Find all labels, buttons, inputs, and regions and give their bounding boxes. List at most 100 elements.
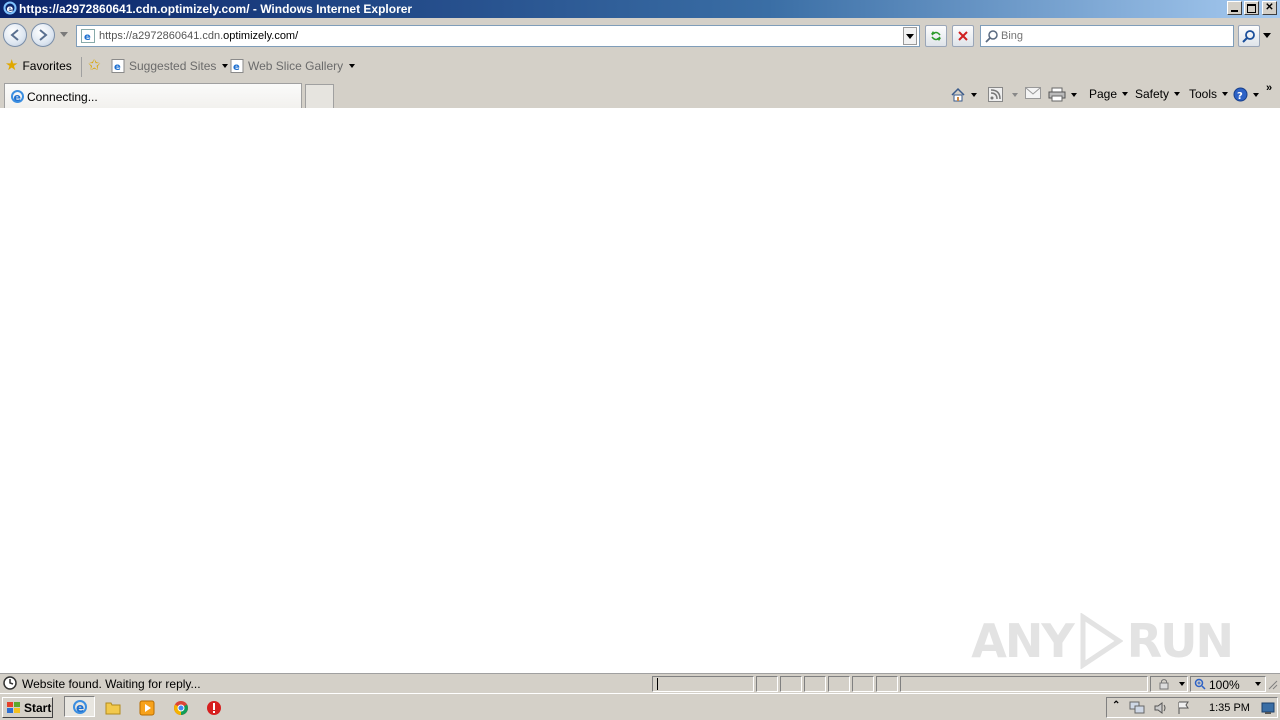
page-content: ANY RUN — [0, 108, 1280, 673]
star-icon: ★ — [5, 57, 19, 74]
refresh-button[interactable] — [925, 25, 947, 47]
chevron-down-icon — [1122, 92, 1129, 96]
clock[interactable]: 1:35 PM — [1209, 702, 1250, 714]
tab-connecting[interactable]: e Connecting... — [4, 83, 302, 108]
tools-menu-label: Tools — [1189, 87, 1218, 101]
search-options-dropdown[interactable] — [1262, 32, 1272, 40]
search-input[interactable] — [1001, 28, 1221, 44]
close-button[interactable]: ✕ — [1262, 1, 1277, 15]
chrome-icon — [174, 700, 188, 715]
start-button[interactable]: Start — [2, 697, 53, 718]
status-panel — [876, 676, 898, 692]
help-button[interactable]: ? — [1233, 87, 1259, 102]
back-button[interactable] — [3, 23, 27, 47]
restore-button[interactable] — [1244, 1, 1259, 15]
page-ie-icon: e — [81, 29, 95, 43]
help-icon: ? — [1233, 87, 1248, 102]
new-tab-button[interactable] — [305, 84, 334, 108]
taskbar-explorer-button[interactable] — [102, 698, 124, 717]
red-alert-icon — [207, 700, 221, 715]
svg-text:e: e — [76, 701, 84, 715]
page-menu-label: Page — [1089, 87, 1118, 101]
suggested-sites-link[interactable]: e Suggested Sites — [111, 59, 229, 73]
svg-text:?: ? — [1237, 91, 1243, 102]
refresh-icon — [931, 31, 941, 41]
progress-panel — [652, 676, 754, 692]
home-button[interactable] — [950, 87, 977, 102]
action-center-flag-icon[interactable] — [1177, 701, 1191, 715]
forward-arrow-icon — [39, 29, 48, 41]
taskbar-security-button[interactable] — [203, 698, 225, 717]
separator — [81, 57, 82, 77]
lock-icon — [1159, 679, 1169, 690]
folder-icon — [105, 702, 121, 715]
resize-grip-icon[interactable] — [1268, 680, 1278, 690]
web-slice-gallery-label: Web Slice Gallery — [248, 59, 344, 73]
stop-button[interactable] — [952, 25, 974, 47]
stop-icon — [958, 31, 968, 41]
rss-feed-icon — [988, 87, 1003, 102]
zoom-panel[interactable]: 100% — [1190, 676, 1266, 692]
address-dropdown-button[interactable] — [903, 27, 917, 45]
printer-icon — [1048, 87, 1066, 102]
chevron-down-icon — [1253, 92, 1259, 97]
chevron-down-icon — [1222, 92, 1229, 96]
zoom-icon — [1194, 678, 1206, 690]
feeds-button[interactable] — [988, 87, 1018, 102]
watermark-text-right: RUN — [1126, 613, 1234, 668]
address-bar[interactable]: e https://a2972860641.cdn.optimizely.com… — [76, 25, 920, 47]
chevron-down-icon — [1179, 682, 1185, 686]
media-player-icon — [139, 700, 155, 715]
loading-clock-icon — [3, 676, 17, 690]
search-go-button[interactable] — [1238, 25, 1260, 47]
protected-mode-panel[interactable] — [1150, 676, 1188, 692]
read-mail-button[interactable] — [1025, 87, 1041, 99]
chevron-down-icon — [1071, 92, 1077, 97]
progress-bar — [657, 678, 658, 690]
taskbar: Start e ⌃ 1:35 PM — [0, 693, 1280, 720]
chevron-down-icon — [1263, 33, 1271, 38]
home-icon — [951, 87, 965, 102]
show-hidden-icons-icon[interactable]: ⌃ — [1112, 700, 1120, 711]
svg-text:e: e — [233, 62, 240, 73]
zoom-level: 100% — [1209, 678, 1240, 692]
chevron-down-icon — [1174, 92, 1181, 96]
chevron-down-icon — [1012, 92, 1018, 97]
volume-icon[interactable] — [1153, 701, 1169, 715]
favorites-button[interactable]: ★ Favorites — [5, 57, 72, 74]
svg-text:e: e — [14, 91, 21, 104]
address-url[interactable]: https://a2972860641.cdn.optimizely.com/ — [99, 30, 298, 42]
status-panel — [828, 676, 850, 692]
status-bar: Website found. Waiting for reply... 100% — [0, 673, 1280, 693]
tab-bar: e Connecting... Page Safety Tools ? » — [0, 80, 1280, 108]
minimize-button[interactable] — [1227, 1, 1242, 15]
add-to-favorites-bar-button[interactable]: ✩ — [88, 58, 101, 73]
navigation-bar: e https://a2972860641.cdn.optimizely.com… — [0, 18, 1280, 54]
close-icon: ✕ — [1265, 2, 1274, 13]
taskbar-ie-button[interactable]: e — [64, 696, 95, 717]
tools-menu[interactable]: Tools — [1189, 87, 1229, 101]
web-slice-gallery-link[interactable]: e Web Slice Gallery — [230, 59, 356, 73]
taskbar-media-player-button[interactable] — [136, 698, 158, 717]
mail-icon — [1025, 87, 1041, 99]
status-panel — [756, 676, 778, 692]
page-menu[interactable]: Page — [1089, 87, 1129, 101]
forward-button[interactable] — [31, 23, 55, 47]
minimize-icon — [1231, 10, 1238, 12]
taskbar-chrome-button[interactable] — [170, 698, 192, 717]
network-icon[interactable] — [1129, 701, 1145, 715]
window-title: https://a2972860641.cdn.optimizely.com/ … — [19, 2, 413, 16]
windows-logo-icon — [7, 701, 20, 713]
svg-text:e: e — [84, 32, 91, 43]
internet-explorer-icon: e — [72, 699, 87, 715]
safety-menu[interactable]: Safety — [1135, 87, 1181, 101]
toolbar-overflow-chevron-icon[interactable]: » — [1266, 82, 1272, 94]
search-box[interactable] — [980, 25, 1234, 47]
print-button[interactable] — [1048, 87, 1077, 102]
chevron-down-icon — [60, 32, 68, 37]
show-desktop-icon[interactable] — [1261, 701, 1275, 715]
anyrun-watermark: ANY RUN — [971, 608, 1234, 673]
watermark-text-left: ANY — [971, 613, 1074, 668]
safety-menu-label: Safety — [1135, 87, 1170, 101]
ie-loading-icon: e — [11, 90, 24, 104]
